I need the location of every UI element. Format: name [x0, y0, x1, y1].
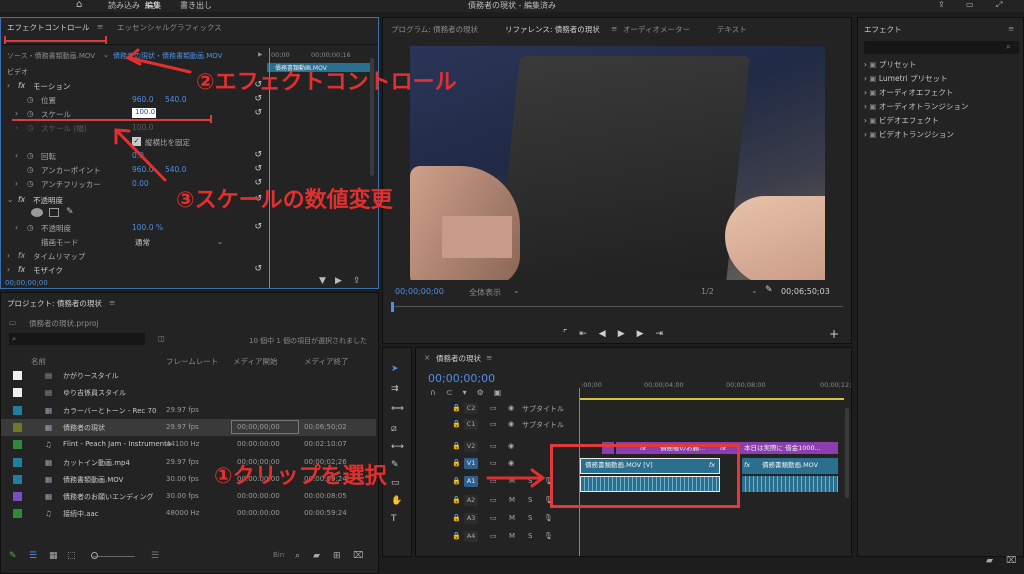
annotation-arrows — [114, 48, 546, 488]
annotation-two: ②エフェクトコントロール — [196, 70, 457, 95]
annotation-one: ①クリップを選択 — [214, 464, 387, 489]
annotation-three: ③スケールの数値変更 — [176, 188, 393, 213]
arrow-3 — [116, 130, 167, 182]
arrow-2-head — [125, 48, 142, 66]
